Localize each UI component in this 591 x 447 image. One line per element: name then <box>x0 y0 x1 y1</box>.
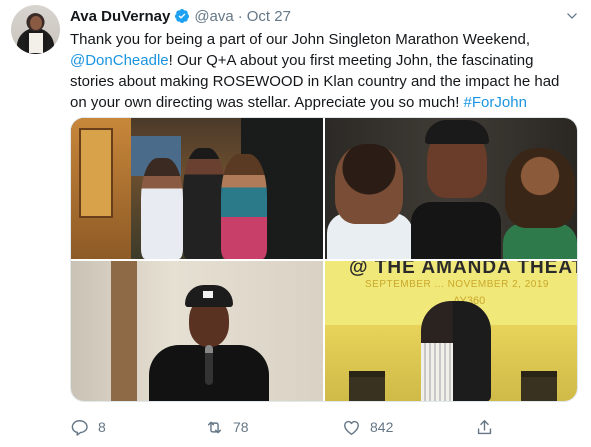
chevron-down-icon[interactable] <box>565 9 579 23</box>
photo1-door <box>79 128 113 218</box>
avatar-dress <box>29 33 43 53</box>
like-button[interactable]: 842 <box>342 416 393 438</box>
photo2-middle-shirt <box>411 202 501 259</box>
photo4-dress <box>421 343 453 401</box>
photo2-cap <box>425 120 489 144</box>
theater-sign-dates: SEPTEMBER ... NOVEMBER 2, 2019 <box>365 279 549 290</box>
retweet-button[interactable]: 78 <box>205 416 249 438</box>
reply-count: 8 <box>98 419 106 435</box>
photo3-beam <box>111 261 137 401</box>
tweet-text: Thank you for being a part of our John S… <box>70 29 575 113</box>
photo-group-closeup[interactable] <box>325 118 577 259</box>
microphone <box>205 345 213 385</box>
share-icon <box>477 419 492 434</box>
photo-group-outdoors[interactable] <box>71 118 323 259</box>
photo1-person-left <box>141 158 183 259</box>
hashtag-link[interactable]: #ForJohn <box>464 94 527 111</box>
separator-dot: · <box>237 7 243 25</box>
avatar-face <box>30 16 42 30</box>
author-name[interactable]: Ava DuVernay <box>70 8 170 25</box>
reply-button[interactable]: 8 <box>70 416 106 438</box>
tweet-date[interactable]: Oct 27 <box>247 8 291 25</box>
tweet-header: Ava DuVernay @ava · Oct 27 <box>70 6 291 26</box>
share-button[interactable] <box>475 416 494 438</box>
tweet-actions: 8 78 842 <box>70 416 510 438</box>
photo2-right-dress <box>503 223 577 259</box>
photo-hug-theater[interactable]: @ THE AMANDA THEATER SEPTEMBER ... NOVEM… <box>325 261 577 401</box>
photo4-chair-right <box>521 371 557 401</box>
retweet-icon <box>207 421 222 433</box>
photo1-person-right <box>221 154 267 259</box>
author-handle[interactable]: @ava <box>194 8 233 25</box>
tweet-text-part1: Thank you for being a part of our John S… <box>70 31 531 48</box>
theater-sign-title: @ THE AMANDA THEATER <box>349 261 577 278</box>
retweet-count: 78 <box>233 419 249 435</box>
photo2-face-right <box>505 148 575 228</box>
photo3-cap-logo <box>203 291 213 298</box>
media-grid: @ THE AMANDA THEATER SEPTEMBER ... NOVEM… <box>70 117 578 402</box>
tweet[interactable]: Ava DuVernay @ava · Oct 27 Thank you for… <box>0 0 591 447</box>
heart-icon <box>344 420 359 435</box>
verified-badge-icon <box>175 9 190 23</box>
photo1-person-middle <box>183 148 225 259</box>
reply-icon <box>71 419 88 436</box>
photo2-face-left <box>335 144 403 224</box>
photo4-chair-left <box>349 371 385 401</box>
avatar[interactable] <box>11 5 60 54</box>
mention-link[interactable]: @DonCheadle <box>70 52 169 69</box>
like-count: 842 <box>370 419 394 435</box>
photo-man-microphone[interactable] <box>71 261 323 401</box>
